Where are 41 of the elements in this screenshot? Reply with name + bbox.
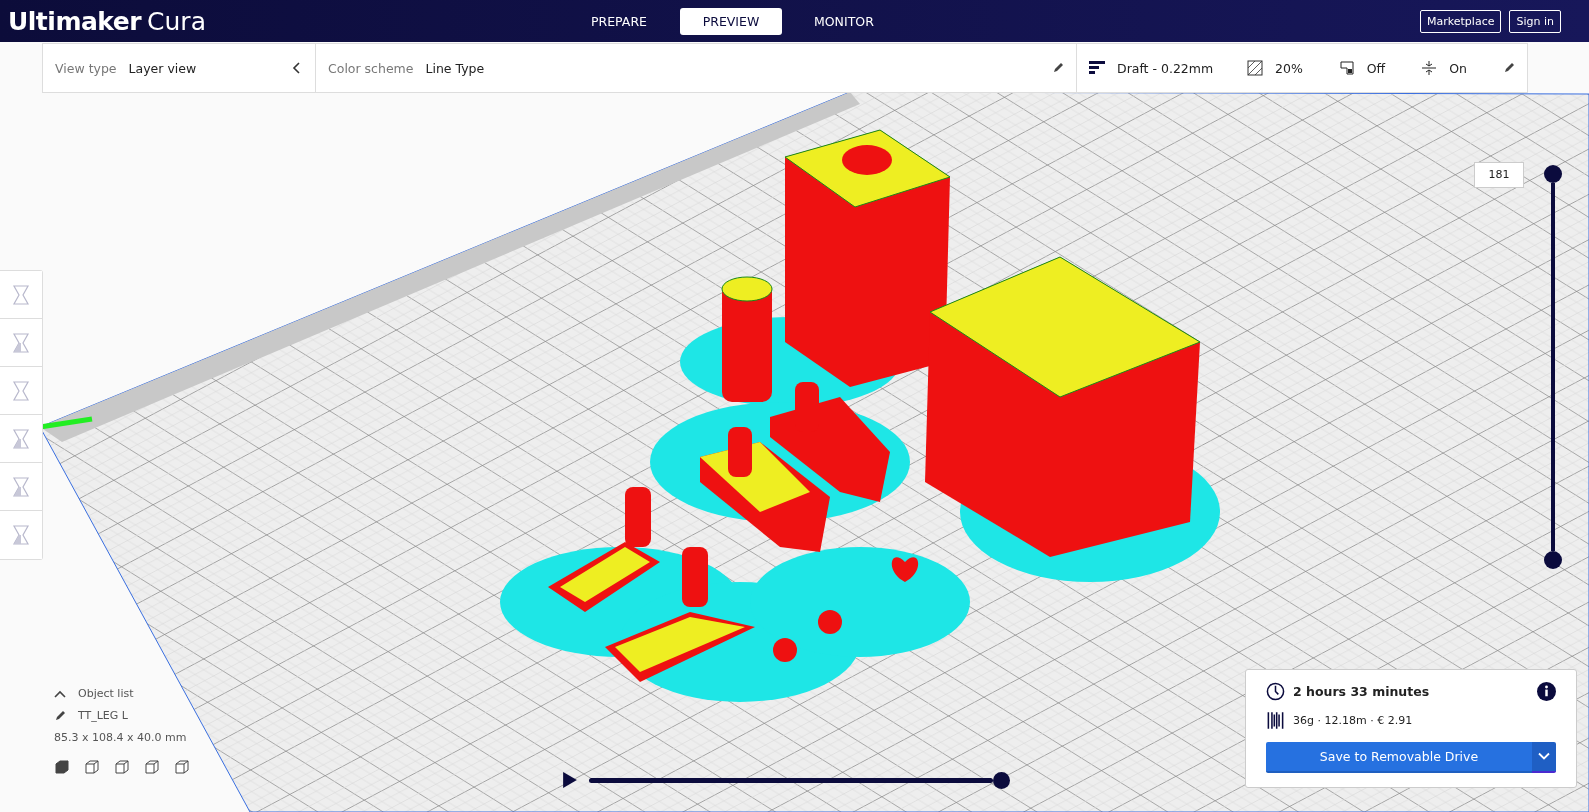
- save-button[interactable]: Save to Removable Drive: [1266, 742, 1532, 773]
- view-type-value[interactable]: Layer view: [128, 60, 197, 76]
- support-icon: [1338, 60, 1355, 76]
- play-icon[interactable]: [563, 772, 577, 788]
- object-name: TT_LEG L: [78, 709, 128, 722]
- color-scheme-label: Color scheme: [328, 60, 414, 76]
- pencil-icon: [54, 709, 66, 722]
- object-list-toggle[interactable]: Object list: [78, 687, 134, 700]
- header-button[interactable]: Marketplace: [1420, 9, 1502, 33]
- logo-product-text: Cura: [147, 6, 206, 36]
- camera-view-icon[interactable]: [84, 759, 100, 775]
- stage-tab[interactable]: MONITOR: [792, 7, 894, 35]
- infill-value[interactable]: 20%: [1275, 60, 1303, 76]
- material-usage: 36g · 12.18m · € 2.91: [1293, 714, 1413, 727]
- camera-view-icon[interactable]: [144, 759, 160, 775]
- logo-text: Ultimaker: [8, 6, 142, 36]
- pencil-icon[interactable]: [1052, 62, 1064, 74]
- camera-view-icon[interactable]: [54, 759, 70, 775]
- print-time: 2 hours 33 minutes: [1293, 684, 1430, 699]
- support-value[interactable]: Off: [1366, 60, 1386, 76]
- chevron-left-icon[interactable]: [291, 62, 303, 74]
- save-options-button[interactable]: [1532, 742, 1556, 773]
- pencil-icon[interactable]: [1503, 62, 1515, 74]
- infill-icon: [1247, 60, 1263, 76]
- adhesion-value[interactable]: On: [1449, 60, 1467, 76]
- view-type-label: View type: [55, 60, 117, 76]
- color-scheme-value[interactable]: Line Type: [425, 60, 485, 76]
- info-icon[interactable]: [1537, 682, 1556, 701]
- camera-view-icon[interactable]: [114, 759, 130, 775]
- filament-icon: [1266, 711, 1285, 730]
- profile-value[interactable]: Draft - 0.22mm: [1117, 60, 1214, 76]
- stage-tab[interactable]: PREPARE: [568, 7, 670, 35]
- profile-icon: [1089, 60, 1105, 76]
- chevron-down-icon[interactable]: [1538, 752, 1550, 761]
- adhesion-icon: [1421, 60, 1438, 76]
- stage-tab[interactable]: PREVIEW: [680, 7, 782, 35]
- camera-view-icon[interactable]: [174, 759, 190, 775]
- header-button[interactable]: Sign in: [1509, 9, 1561, 33]
- clock-icon: [1266, 682, 1285, 701]
- layer-number-field[interactable]: 181: [1474, 162, 1524, 188]
- object-dimensions: 85.3 x 108.4 x 40.0 mm: [54, 731, 188, 744]
